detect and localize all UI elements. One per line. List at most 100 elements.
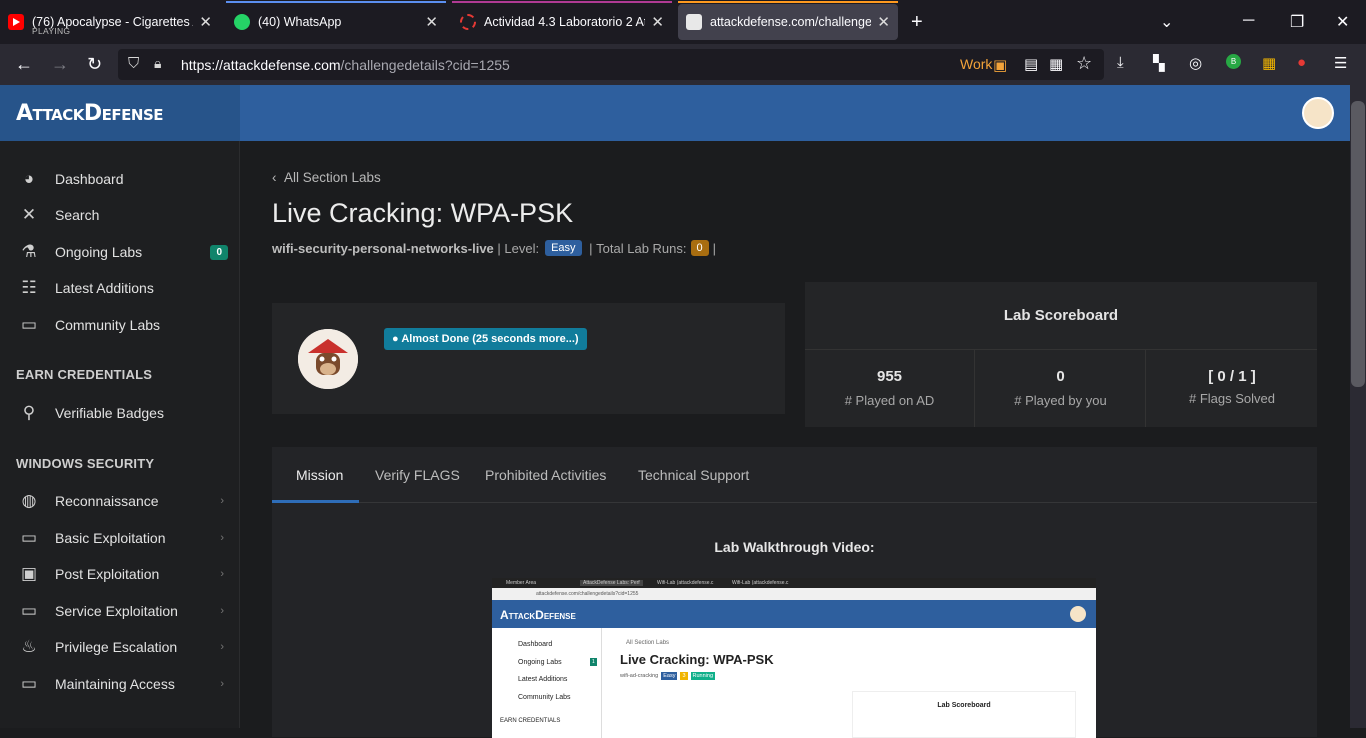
sidebar-item-search[interactable]: ✕ Search [18, 205, 228, 225]
video-tab-strip: Member Area AttackDefense Labs: Perf Wif… [492, 578, 1096, 588]
score-played-ad: 955 # Played on AD [805, 350, 975, 427]
extension-tomato-icon[interactable]: ● [1297, 54, 1306, 71]
browser-tab-whatsapp[interactable]: (40) WhatsApp ✕ [226, 1, 446, 40]
chevron-right-icon: › [220, 641, 224, 653]
browser-tab-attackdefense[interactable]: attackdefense.com/challengede ✕ [678, 1, 898, 40]
extension-grid-icon[interactable]: ▦ [1262, 54, 1276, 72]
download-icon[interactable]: ⤓ [1117, 54, 1124, 71]
video-side-label: Community Labs [518, 694, 571, 701]
video-slug: wifi-ad-cracking [620, 673, 659, 679]
chevron-right-icon: › [220, 495, 224, 507]
dashboard-icon: ◕ [23, 169, 35, 188]
chevron-right-icon: › [220, 568, 224, 580]
scrollbar-thumb[interactable] [1351, 101, 1365, 387]
tab-mission[interactable]: Mission [296, 467, 343, 483]
minimize-icon[interactable]: ─ [1243, 12, 1254, 30]
score-value: [ 0 / 1 ] [1208, 368, 1256, 385]
browser-tab-actividad[interactable]: Actividad 4.3 Laboratorio 2 Atta ✕ [452, 1, 672, 40]
tab-list-chevron-icon[interactable]: ⌄ [1160, 12, 1173, 32]
sidebar-item-privilege-escalation[interactable]: ♨ Privilege Escalation › [18, 637, 228, 657]
active-tab-indicator [272, 500, 359, 503]
sidebar-item-ongoing-labs[interactable]: ⚗ Ongoing Labs 0 [18, 242, 228, 262]
terminal-icon: ▣ [20, 564, 38, 583]
close-tab-icon[interactable]: ✕ [877, 13, 890, 31]
walkthrough-video[interactable]: Member Area AttackDefense Labs: Perf Wif… [492, 578, 1096, 738]
sidebar-item-dashboard[interactable]: ◕ Dashboard [18, 169, 228, 189]
tab-verify-flags[interactable]: Verify FLAGS [375, 467, 460, 483]
main-content: ‹ All Section Labs Live Cracking: WPA-PS… [240, 141, 1350, 738]
lock-icon[interactable]: 🔒︎ [154, 55, 161, 72]
list-icon: ☷ [21, 278, 37, 297]
video-side-label: Ongoing Labs [518, 659, 562, 666]
shield-icon[interactable]: ⛉ [128, 55, 139, 72]
runs-badge: 0 [690, 240, 709, 256]
score-played-you: 0 # Played by you [976, 350, 1146, 427]
container-label[interactable]: Work [960, 56, 992, 72]
sidebar-item-label: Ongoing Labs [55, 244, 143, 260]
tab-row: Mission Verify FLAGS Prohibited Activiti… [272, 447, 1317, 503]
lab-status-button[interactable]: ● Almost Done (25 seconds more...) [384, 328, 587, 350]
tab-prohibited-activities[interactable]: Prohibited Activities [485, 467, 606, 483]
fire-icon: ♨ [21, 637, 37, 656]
level-badge: Easy [545, 240, 582, 256]
grid-icon[interactable]: ▦ [1049, 55, 1063, 73]
back-link[interactable]: ‹ All Section Labs [272, 170, 381, 185]
sidebar-item-verifiable-badges[interactable]: ⚲ Verifiable Badges [18, 403, 228, 423]
close-tab-icon[interactable]: ✕ [199, 13, 212, 31]
sidebar-item-basic-exploitation[interactable]: ▭ Basic Exploitation › [18, 528, 228, 548]
runs-label: Total Lab Runs: [596, 240, 687, 256]
close-window-icon[interactable]: ✕ [1336, 12, 1349, 32]
extension-b-icon[interactable]: B [1226, 54, 1241, 69]
forward-arrow-icon[interactable]: → [51, 54, 69, 74]
close-tab-icon[interactable]: ✕ [425, 13, 438, 31]
video-page-title: Live Cracking: WPA-PSK [620, 652, 774, 667]
site-logo[interactable]: AttackDefense [0, 85, 240, 141]
lab-tabs-panel: Mission Verify FLAGS Prohibited Activiti… [272, 447, 1317, 738]
sidebar-item-label: Verifiable Badges [55, 405, 164, 421]
video-tab-title: Wifi-Lab (attackdefense.c [732, 580, 789, 586]
sidebar: ◕ Dashboard ✕ Search ⚗ Ongoing Labs 0 ☷ Lates… [0, 141, 240, 728]
user-avatar[interactable] [1302, 97, 1334, 129]
restore-icon[interactable]: ❐ [1290, 12, 1304, 32]
menu-hamburger-icon[interactable]: ☰ [1334, 54, 1347, 72]
lab-status-card: ● Almost Done (25 seconds more...) [272, 303, 785, 414]
sidebar-item-latest-additions[interactable]: ☷ Latest Additions [18, 278, 228, 298]
sidebar-item-maintaining-access[interactable]: ▭ Maintaining Access › [18, 674, 228, 694]
extension-eyes-icon[interactable]: ◎ [1189, 54, 1202, 72]
lab-slug: wifi-security-personal-networks-live [272, 240, 494, 256]
new-tab-icon[interactable]: + [911, 12, 923, 32]
video-lab-meta: wifi-ad-cracking Easy 3 Running [620, 672, 716, 680]
close-tab-icon[interactable]: ✕ [651, 13, 664, 31]
browser-tab-strip: (76) Apocalypse - Cigarettes Aft ✕ PLAYI… [0, 0, 1366, 44]
sidebar-item-post-exploitation[interactable]: ▣ Post Exploitation › [18, 564, 228, 584]
url-text[interactable]: https://attackdefense.com/challengedetai… [181, 57, 510, 73]
loading-icon [460, 14, 476, 30]
sidebar-item-label: Reconnaissance [55, 493, 159, 509]
section-header-earn: EARN CREDENTIALS [16, 367, 153, 382]
url-bar[interactable]: ⛉ 🔒︎ https://attackdefense.com/challenge… [118, 49, 1104, 80]
extensions-icon[interactable]: ▚ [1153, 54, 1165, 72]
score-value: 0 [1056, 368, 1065, 385]
video-url-text: attackdefense.com/challengedetails?cid=1… [536, 591, 639, 597]
whatsapp-icon [234, 14, 250, 30]
sidebar-item-community-labs[interactable]: ▭ Community Labs [18, 315, 228, 335]
site-header: AttackDefense [0, 85, 1350, 141]
monitor-icon: ▭ [20, 315, 38, 334]
video-side-label: Latest Additions [518, 676, 568, 683]
search-cross-icon: ✕ [21, 205, 37, 224]
sidebar-item-service-exploitation[interactable]: ▭ Service Exploitation › [18, 601, 228, 621]
browser-tab-youtube[interactable]: (76) Apocalypse - Cigarettes Aft ✕ PLAYI… [0, 4, 220, 40]
video-side-header: EARN CREDENTIALS [500, 718, 561, 724]
bookmark-star-icon[interactable]: ☆ [1076, 53, 1092, 74]
reader-mode-icon[interactable]: ▤ [1024, 55, 1038, 73]
reload-icon[interactable]: ↻ [87, 54, 102, 74]
back-arrow-icon[interactable]: ← [15, 54, 33, 74]
sidebar-item-reconnaissance[interactable]: ◍ Reconnaissance › [18, 491, 228, 511]
globe-icon: ◍ [21, 491, 37, 510]
url-path: /challengedetails?cid=1255 [340, 57, 510, 73]
video-url-bar: attackdefense.com/challengedetails?cid=1… [492, 588, 1096, 600]
tab-technical-support[interactable]: Technical Support [638, 467, 749, 483]
video-side-badge: 1 [590, 658, 597, 666]
video-running-badge: Running [690, 672, 716, 680]
url-host: https://attackdefense.com [181, 57, 341, 73]
